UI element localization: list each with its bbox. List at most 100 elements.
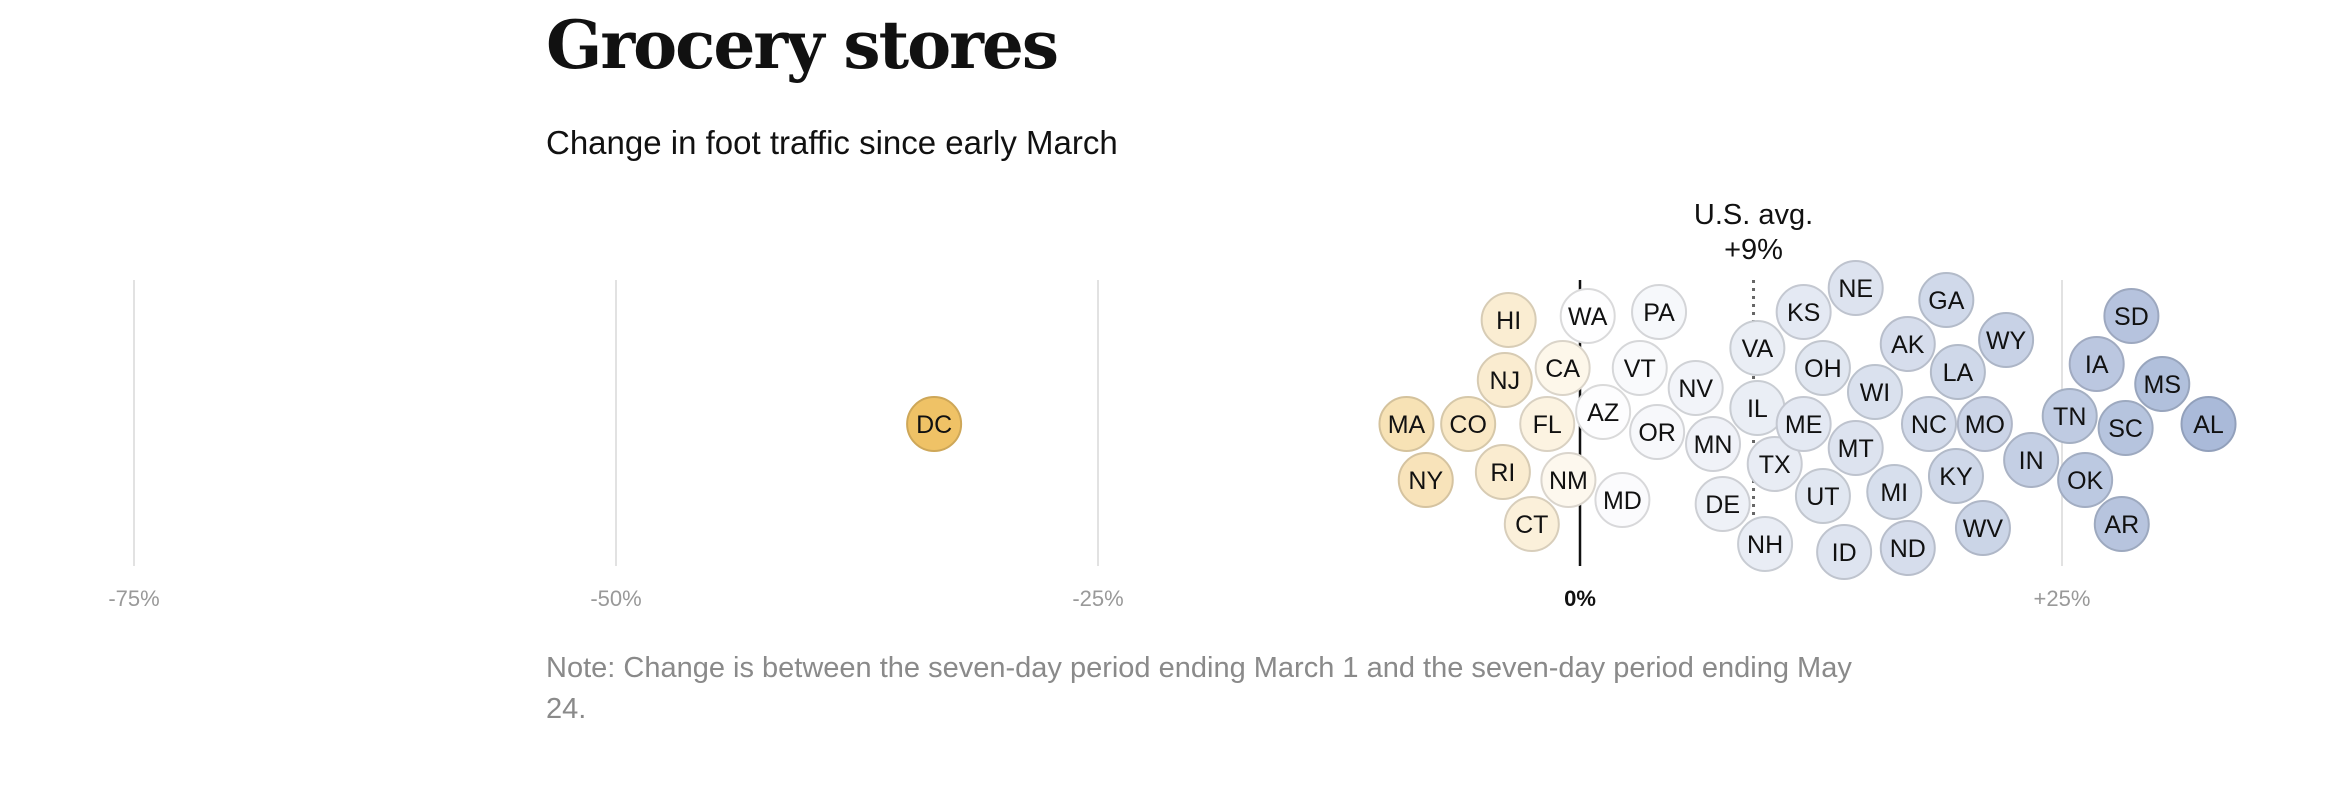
state-label: WV [1963, 515, 2004, 543]
state-label: VA [1742, 335, 1774, 363]
state-dot-md: MD [1594, 472, 1651, 528]
state-label: DE [1705, 491, 1740, 519]
state-dot-sc: SC [2097, 400, 2154, 456]
state-dot-nd: ND [1879, 520, 1936, 576]
state-dot-wv: WV [1954, 500, 2011, 556]
chart-title: Grocery stores [546, 6, 1059, 84]
state-dot-nm: NM [1540, 452, 1597, 508]
state-label: NV [1678, 375, 1713, 403]
state-label: MO [1965, 411, 2005, 439]
state-dot-mo: MO [1956, 396, 2013, 452]
state-dot-or: OR [1629, 404, 1686, 460]
state-label: NH [1747, 531, 1783, 559]
us-average-label: U.S. avg. [1694, 199, 1813, 231]
state-dots: DC MA NY CO RI NJ HI CT FL CA NM WA AZ MD VT OR PA NV MN DE… [906, 260, 2237, 580]
state-dot-ri: RI [1474, 444, 1531, 500]
state-dot-wy: WY [1978, 312, 2035, 368]
state-dot-de: DE [1694, 476, 1751, 532]
state-dot-va: VA [1729, 320, 1786, 376]
beeswarm-chart: U.S. avg. +9% DC MA NY CO RI NJ HI CT FL CA NM WA AZ… [108, 199, 2237, 611]
state-dot-sd: SD [2103, 288, 2160, 344]
state-dot-nc: NC [1900, 396, 1957, 452]
state-dot-hi: HI [1480, 292, 1537, 348]
state-label: DC [916, 411, 952, 439]
state-label: MT [1838, 435, 1874, 463]
state-label: SD [2114, 303, 2149, 331]
state-label: IA [2085, 351, 2109, 379]
state-dot-vt: VT [1611, 340, 1668, 396]
x-tick-label: 0% [1564, 586, 1596, 611]
state-dot-ny: NY [1397, 452, 1454, 508]
state-label: KS [1787, 299, 1820, 327]
state-label: OK [2067, 467, 2103, 495]
state-dot-nj: NJ [1476, 352, 1533, 408]
state-label: NY [1408, 467, 1443, 495]
state-label: WA [1568, 303, 1608, 331]
state-label: UT [1806, 483, 1839, 511]
chart-note: Note: Change is between the seven-day pe… [546, 652, 1852, 725]
state-label: IN [2019, 447, 2044, 475]
state-label: NJ [1490, 367, 1521, 395]
state-dot-wi: WI [1846, 364, 1903, 420]
state-label: MI [1880, 479, 1908, 507]
x-tick-label: -75% [108, 586, 159, 611]
state-dot-me: ME [1775, 396, 1832, 452]
state-label: RI [1490, 459, 1515, 487]
state-label: MA [1388, 411, 1426, 439]
state-dot-oh: OH [1794, 340, 1851, 396]
state-label: KY [1939, 463, 1973, 491]
state-dot-mi: MI [1866, 464, 1923, 520]
state-label: PA [1643, 299, 1675, 327]
state-label: AK [1891, 331, 1925, 359]
state-dot-la: LA [1929, 344, 1986, 400]
state-dot-tn: TN [2041, 388, 2098, 444]
state-dot-wa: WA [1559, 288, 1616, 344]
state-dot-al: AL [2180, 396, 2237, 452]
state-dot-ia: IA [2068, 336, 2125, 392]
state-label: CA [1545, 355, 1580, 383]
state-label: OH [1804, 355, 1842, 383]
state-label: MS [2144, 371, 2182, 399]
x-tick-label: +25% [2034, 586, 2091, 611]
state-label: TN [2053, 403, 2086, 431]
state-label: AZ [1587, 399, 1619, 427]
state-label: MN [1694, 431, 1733, 459]
state-dot-ok: OK [2057, 452, 2114, 508]
state-dot-dc: DC [906, 396, 963, 452]
x-axis-ticks: -75% -50% -25% 0% +25% [108, 586, 2090, 611]
state-dot-ct: CT [1503, 496, 1560, 552]
state-label: TX [1759, 451, 1791, 479]
state-label: VT [1624, 355, 1656, 383]
chart-subtitle: Change in foot traffic since early March [546, 124, 1118, 161]
state-dot-nv: NV [1667, 360, 1724, 416]
state-dot-az: AZ [1575, 384, 1632, 440]
state-dot-ut: UT [1794, 468, 1851, 524]
state-label: AL [2193, 411, 2224, 439]
state-dot-mt: MT [1827, 420, 1884, 476]
state-label: NE [1838, 275, 1873, 303]
state-label: HI [1496, 307, 1521, 335]
state-dot-ms: MS [2134, 356, 2191, 412]
state-dot-co: CO [1440, 396, 1497, 452]
state-dot-in: IN [2003, 432, 2060, 488]
x-tick-label: -25% [1072, 586, 1123, 611]
state-label: FL [1533, 411, 1562, 439]
state-dot-id: ID [1816, 524, 1873, 580]
state-dot-pa: PA [1631, 284, 1688, 340]
us-average-value: +9% [1724, 234, 1783, 266]
state-dot-ak: AK [1879, 316, 1936, 372]
state-label: WY [1986, 327, 2027, 355]
state-dot-fl: FL [1519, 396, 1576, 452]
state-label: ME [1785, 411, 1823, 439]
state-label: AR [2104, 511, 2139, 539]
state-label: ND [1890, 535, 1926, 563]
state-label: SC [2108, 415, 2143, 443]
state-dot-nh: NH [1737, 516, 1794, 572]
state-label: CT [1515, 511, 1548, 539]
state-dot-mn: MN [1685, 416, 1742, 472]
state-dot-ca: CA [1534, 340, 1591, 396]
state-dot-ar: AR [2093, 496, 2150, 552]
state-label: OR [1638, 419, 1676, 447]
x-tick-label: -50% [590, 586, 641, 611]
state-dot-ne: NE [1827, 260, 1884, 316]
